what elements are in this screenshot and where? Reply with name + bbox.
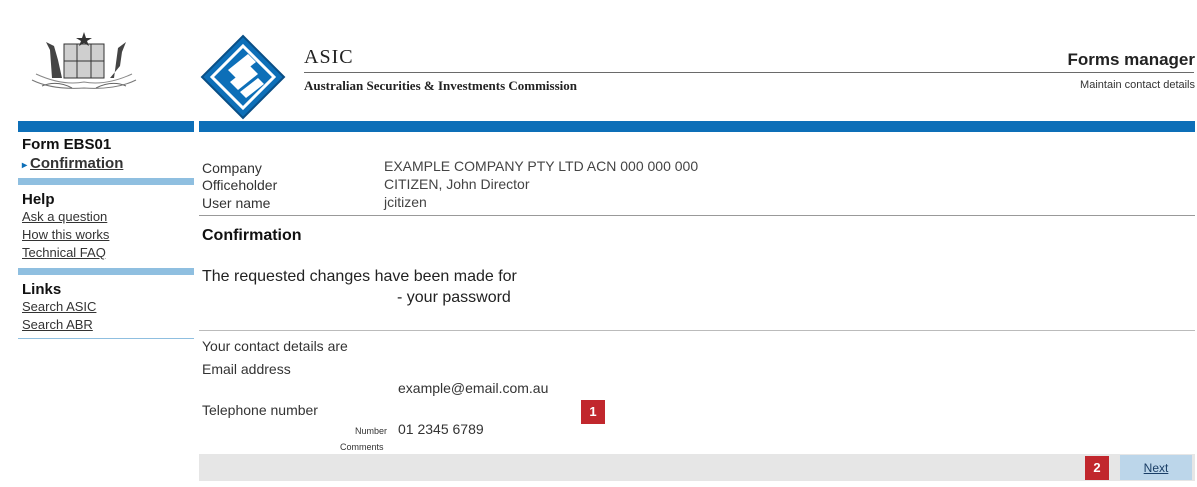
ask-question-link[interactable]: Ask a question (22, 208, 194, 226)
agency-short-name: ASIC (304, 46, 354, 68)
coat-of-arms-icon (22, 30, 146, 96)
number-value: 01 2345 6789 (398, 421, 484, 437)
email-value: example@email.com.au (398, 380, 549, 396)
technical-faq-link[interactable]: Technical FAQ (22, 244, 194, 262)
sidebar-divider (18, 268, 194, 275)
email-label: Email address (202, 361, 291, 377)
officeholder-label: Officeholder (202, 177, 278, 193)
caret-right-icon: ▸ (22, 160, 28, 171)
sidebar-divider (18, 178, 194, 185)
annotation-badge-2: 2 (1085, 456, 1109, 480)
asic-diamond-logo-icon (200, 34, 286, 120)
confirmation-divider (199, 330, 1195, 331)
company-value: EXAMPLE COMPANY PTY LTD ACN 000 000 000 (384, 158, 699, 174)
app-subtitle: Maintain contact details (1080, 79, 1195, 91)
agency-full-name: Australian Securities & Investments Comm… (304, 78, 577, 93)
sidebar-top-bar (18, 121, 194, 132)
username-label: User name (202, 195, 271, 211)
links-heading: Links (22, 281, 62, 298)
annotation-badge-1: 1 (581, 400, 605, 424)
how-this-works-link[interactable]: How this works (22, 226, 194, 244)
sidebar: Form EBS01 ▸ Confirmation Help Ask a ques… (18, 136, 194, 339)
contact-intro: Your contact details are (202, 338, 348, 354)
header-divider (304, 72, 1194, 73)
confirmation-item: - your password (397, 289, 511, 306)
app-title: Forms manager (1067, 50, 1195, 69)
form-title: Form EBS01 (22, 136, 112, 153)
confirmation-message: The requested changes have been made for (202, 268, 517, 285)
sidebar-divider (18, 338, 194, 339)
company-label: Company (202, 160, 262, 176)
details-divider (199, 215, 1195, 216)
sidebar-item-confirmation[interactable]: ▸ Confirmation (22, 155, 194, 172)
help-heading: Help (22, 191, 55, 208)
username-value: jcitizen (384, 194, 427, 210)
officeholder-value: CITIZEN, John Director (384, 176, 530, 192)
comments-label: Comments (340, 442, 384, 452)
confirmation-heading: Confirmation (202, 227, 302, 244)
next-button[interactable]: Next (1120, 455, 1192, 480)
sidebar-item-label: Confirmation (30, 155, 124, 172)
phone-label: Telephone number (202, 402, 318, 418)
search-abr-link[interactable]: Search ABR (22, 316, 194, 334)
number-label: Number (355, 426, 388, 436)
search-asic-link[interactable]: Search ASIC (22, 298, 194, 316)
footer-bar (199, 454, 1195, 481)
main-top-bar (199, 121, 1195, 132)
